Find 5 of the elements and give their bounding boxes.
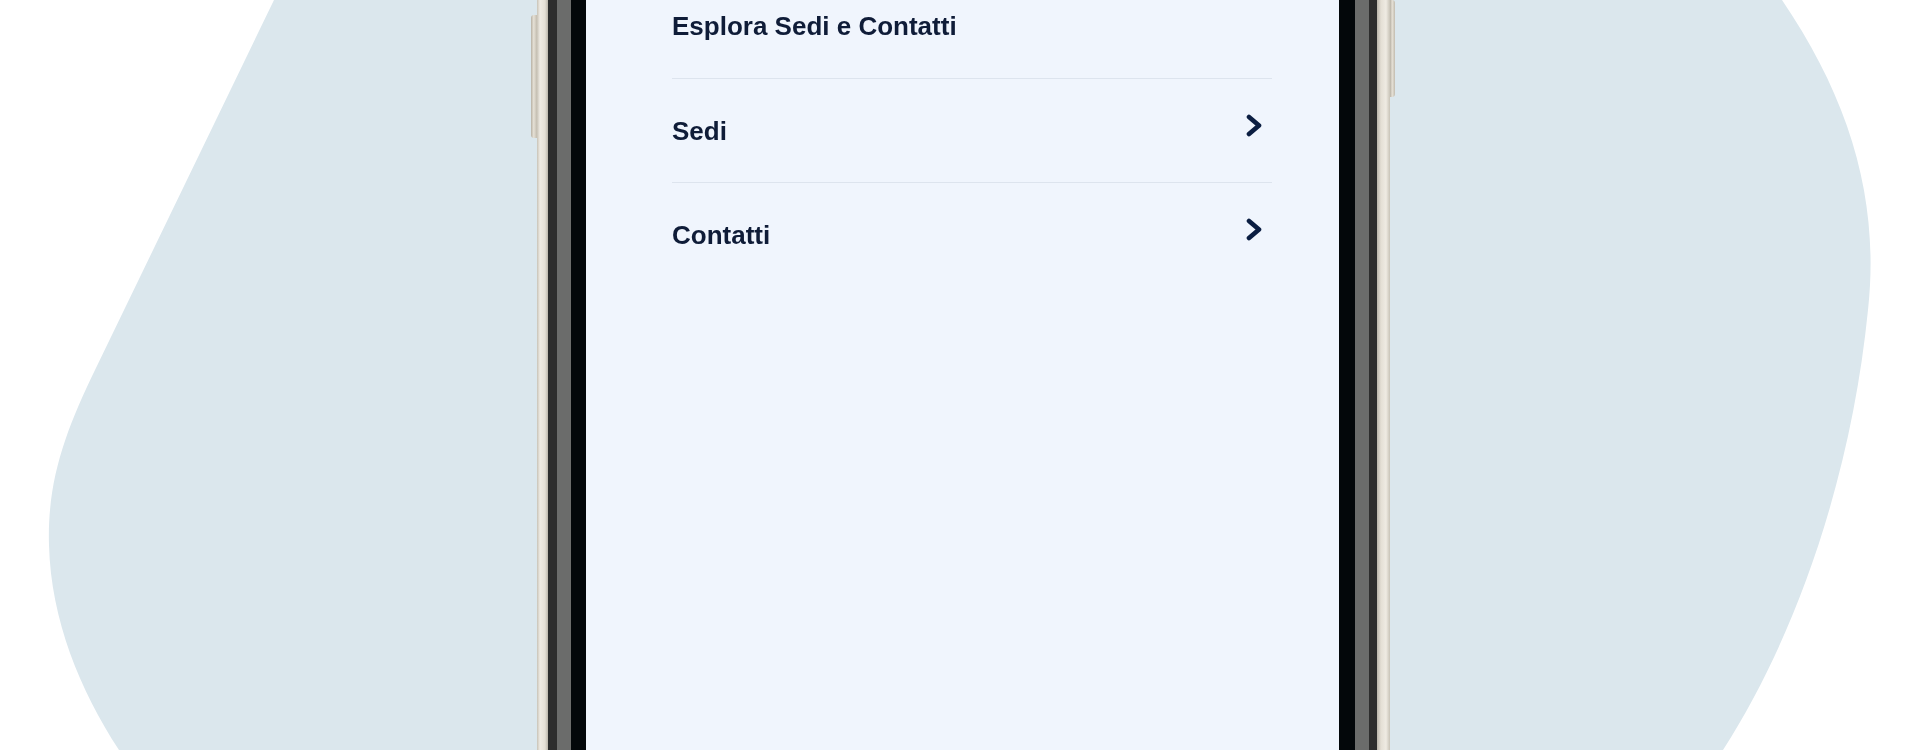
list-item[interactable]: Sedi xyxy=(672,78,1272,182)
chevron-right-icon xyxy=(1246,114,1262,137)
section-heading: Esplora Sedi e Contatti xyxy=(672,11,957,41)
list-item[interactable]: Contatti xyxy=(672,182,1272,286)
chevron-right-icon xyxy=(1246,218,1262,241)
